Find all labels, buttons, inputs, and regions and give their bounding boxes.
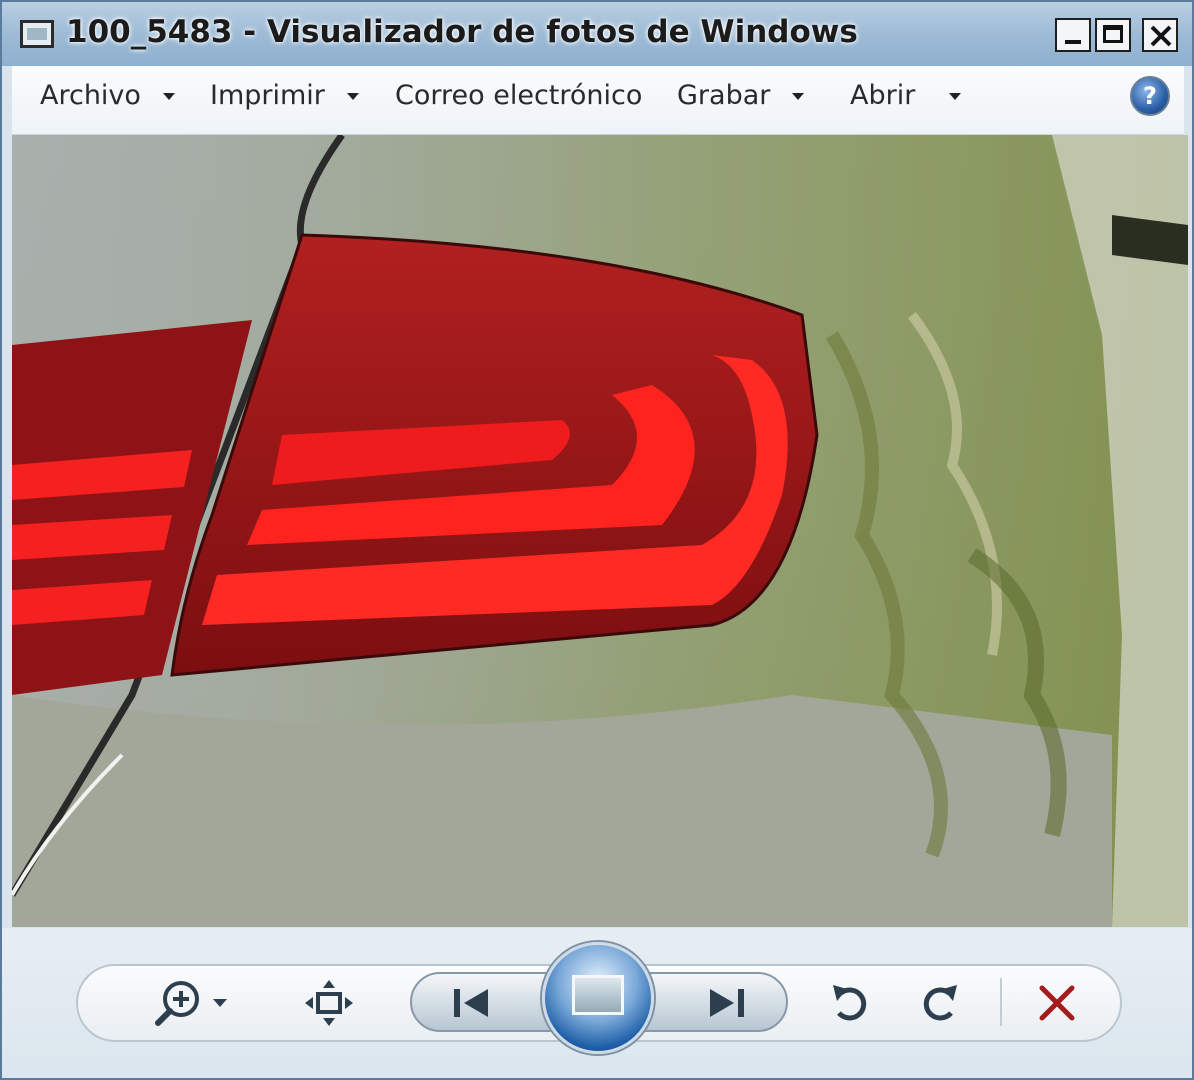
car-tail-light-image — [12, 135, 1188, 927]
title-bar[interactable]: 100_5483 - Visualizador de fotos de Wind… — [2, 2, 1192, 66]
chevron-down-icon — [949, 93, 962, 100]
fit-to-window-icon — [305, 980, 353, 1026]
next-button[interactable] — [696, 982, 756, 1024]
menu-archivo-label: Archivo — [40, 80, 141, 111]
toolbar-divider — [1000, 978, 1002, 1026]
menu-correo[interactable]: Correo electrónico — [395, 80, 642, 111]
help-icon[interactable]: ? — [1130, 76, 1170, 116]
chevron-down-icon — [346, 93, 359, 100]
menu-imprimir[interactable]: Imprimir — [210, 80, 359, 111]
menu-archivo[interactable]: Archivo — [40, 80, 175, 111]
rotate-left-button[interactable] — [824, 978, 878, 1028]
previous-icon — [454, 989, 488, 1017]
chevron-down-icon — [792, 93, 805, 100]
rotate-cw-icon — [923, 985, 957, 1021]
minimize-button[interactable] — [1055, 18, 1091, 52]
menu-grabar-label: Grabar — [677, 80, 771, 111]
bottom-toolbar — [2, 928, 1192, 1078]
slideshow-button[interactable] — [542, 942, 654, 1054]
menu-correo-label: Correo electrónico — [395, 80, 643, 111]
maximize-button[interactable] — [1095, 18, 1131, 52]
delete-x-icon — [1039, 985, 1075, 1021]
rotate-ccw-icon — [833, 985, 867, 1021]
magnifier-plus-icon — [155, 981, 227, 1026]
photo-viewer-window: 100_5483 - Visualizador de fotos de Wind… — [0, 0, 1194, 1080]
rotate-right-button[interactable] — [912, 978, 966, 1028]
menu-abrir-label: Abrir — [850, 80, 916, 111]
window-title: 100_5483 - Visualizador de fotos de Wind… — [66, 14, 858, 50]
next-icon — [710, 989, 744, 1017]
close-button[interactable] — [1142, 18, 1178, 52]
chevron-down-icon — [162, 93, 175, 100]
photo-viewer-icon — [20, 20, 54, 48]
previous-button[interactable] — [442, 982, 502, 1024]
menu-grabar[interactable]: Grabar — [677, 80, 805, 111]
photo-display[interactable] — [12, 135, 1188, 927]
menu-abrir[interactable]: Abrir — [850, 80, 962, 111]
actual-size-button[interactable] — [300, 978, 358, 1028]
menu-imprimir-label: Imprimir — [210, 80, 325, 111]
zoom-button[interactable] — [148, 978, 238, 1028]
slideshow-icon — [572, 975, 624, 1015]
delete-button[interactable] — [1032, 978, 1082, 1028]
menu-bar: Archivo Imprimir Correo electrónico Grab… — [12, 66, 1184, 135]
close-icon — [1150, 25, 1172, 47]
